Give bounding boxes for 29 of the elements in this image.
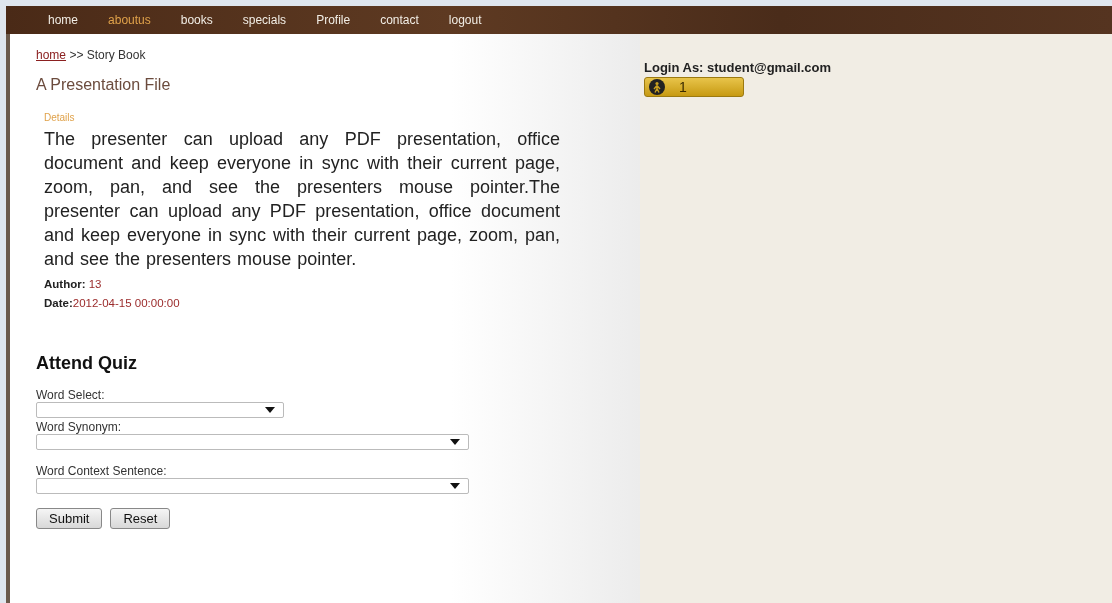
breadcrumb: home >> Story Book (36, 48, 147, 62)
field-label: Word Synonym: (36, 420, 123, 434)
nav-link[interactable]: specials (242, 13, 287, 27)
dropdown-arrow-icon (265, 407, 275, 413)
page-title: A Presentation File (36, 76, 172, 94)
author-line: Author: 13 (44, 277, 103, 292)
nav-link[interactable]: Profile (316, 13, 351, 27)
details-label: Details (44, 112, 76, 123)
login-status: Login As: student@gmail.com (644, 60, 832, 75)
field-label: Word Context Sentence: (36, 464, 168, 478)
description-text: The presenter can upload any PDF presentation, office document and keep everyone in sync with their current page, zoom, pan, and see the presenters mouse pointer.The presenter can upload any PDF presentation, office document and keep everyone in sync with their current page, zoom, pan, and see the presenters mouse pointer. (44, 128, 560, 271)
dropdown-field[interactable] (36, 434, 469, 450)
quiz-button[interactable]: Submit (36, 508, 103, 529)
dropdown-arrow-icon (450, 483, 460, 489)
quiz-heading: Attend Quiz (36, 353, 138, 374)
dropdown-field[interactable] (36, 478, 469, 494)
breadcrumb-link[interactable]: home (36, 48, 67, 62)
nav-link[interactable]: contact (380, 13, 419, 27)
nav-link[interactable]: books (180, 13, 213, 27)
nav-link[interactable]: logout (448, 13, 482, 27)
field-label: Word Select: (36, 388, 106, 402)
date-line: Date:2012-04-15 00:00:00 (44, 296, 181, 311)
dropdown-field[interactable] (36, 402, 284, 418)
figure-icon (649, 79, 665, 95)
nav-link[interactable]: aboutus (108, 13, 151, 27)
quiz-button[interactable]: Reset (110, 508, 171, 529)
dropdown-arrow-icon (450, 439, 460, 445)
badge-count: 1 (679, 79, 687, 95)
nav-link[interactable]: home (48, 13, 79, 27)
